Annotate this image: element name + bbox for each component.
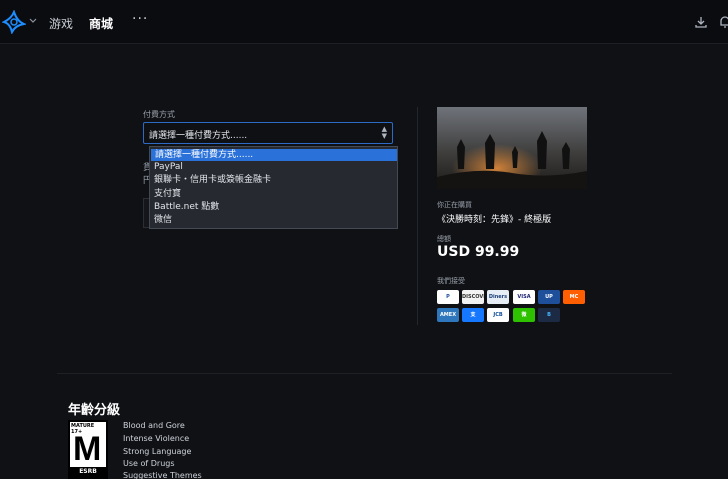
price: USD 99.99 — [437, 244, 520, 260]
select-arrows-icon: ▲ ▼ — [381, 125, 387, 140]
diners-club-icon: Diners — [487, 290, 509, 304]
battlenet-balance-icon: B — [538, 308, 560, 322]
esrb-rating-badge: MATURE 17+ M ESRB — [68, 420, 108, 479]
column-divider — [417, 107, 418, 325]
more-menu-icon[interactable]: ··· — [132, 11, 148, 27]
wechat-pay-icon: 微 — [513, 308, 535, 322]
nav-games[interactable]: 游戏 — [49, 15, 73, 32]
nav-shop[interactable]: 商城 — [89, 15, 113, 32]
payment-method-select-value: 請選擇一種付費方式...... — [149, 131, 248, 141]
battlenet-logo-icon[interactable] — [2, 10, 26, 34]
top-bar: 游戏 商城 ··· — [0, 0, 728, 44]
buying-label: 你正在購買 — [437, 201, 472, 209]
download-icon[interactable] — [694, 15, 708, 29]
product-image — [437, 107, 587, 189]
esrb-rating-letter: M — [73, 430, 102, 468]
dropdown-option-placeholder[interactable]: 請選擇一種付費方式...... — [151, 149, 397, 161]
amex-icon: AMEX — [437, 308, 459, 322]
dropdown-option-alipay[interactable]: 支付寶 — [150, 188, 397, 200]
rating-descriptor: Strong Language — [123, 447, 192, 456]
bell-icon[interactable] — [718, 15, 728, 29]
total-label: 總額 — [437, 235, 451, 243]
jcb-icon: JCB — [487, 308, 509, 322]
payment-method-label: 付費方式 — [143, 110, 175, 119]
dropdown-option-card[interactable]: 銀聯卡・信用卡或簽帳金融卡 — [150, 174, 397, 186]
chevron-down-icon[interactable] — [28, 15, 38, 25]
alipay-icon: 支 — [462, 308, 484, 322]
rating-descriptor: Blood and Gore — [123, 421, 185, 430]
accepted-payments-label: 我們接受 — [437, 277, 465, 285]
age-rating-title: 年齡分級 — [68, 403, 121, 418]
paypal-icon: P — [437, 290, 459, 304]
discover-icon: DISCOVER — [462, 290, 484, 304]
dropdown-option-wechat[interactable]: 微信 — [150, 214, 397, 226]
visa-icon: VISA — [513, 290, 535, 304]
product-title: 《決勝時刻：先鋒》- 終極版 — [437, 215, 552, 225]
rating-descriptor: Use of Drugs — [123, 459, 175, 468]
rating-descriptor: Intense Violence — [123, 434, 190, 443]
payment-method-dropdown[interactable]: 請選擇一種付費方式...... PayPal 銀聯卡・信用卡或簽帳金融卡 支付寶… — [149, 146, 398, 229]
dropdown-option-battlenet-balance[interactable]: Battle.net 點數 — [150, 201, 397, 213]
section-divider — [57, 373, 672, 374]
mastercard-icon: MC — [563, 290, 585, 304]
dropdown-option-paypal[interactable]: PayPal — [150, 161, 397, 173]
esrb-label: ESRB — [70, 467, 106, 477]
unionpay-icon: UP — [538, 290, 560, 304]
rating-descriptor: Suggestive Themes — [123, 471, 202, 479]
payment-method-select[interactable]: 請選擇一種付費方式...... ▲ ▼ — [143, 122, 393, 144]
